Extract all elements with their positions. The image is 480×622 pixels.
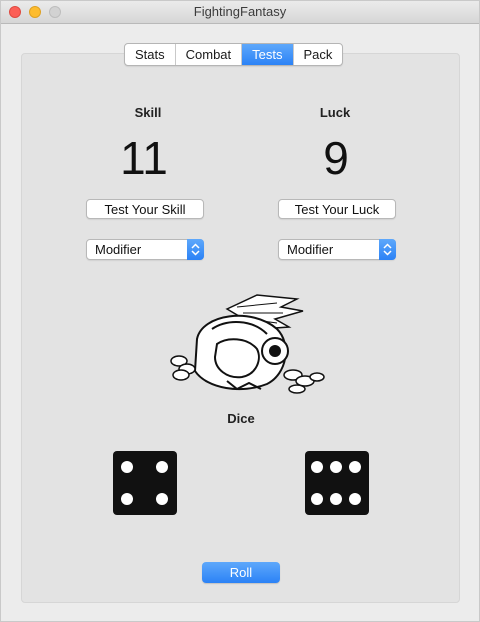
die-pip xyxy=(349,461,361,473)
luck-modifier-select[interactable]: Modifier xyxy=(278,239,396,260)
app-window: FightingFantasy Stats Combat Tests Pack … xyxy=(0,0,480,622)
treasure-hoard-illustration xyxy=(157,289,325,401)
skill-modifier-value: Modifier xyxy=(95,242,142,257)
test-luck-button[interactable]: Test Your Luck xyxy=(278,199,396,219)
tab-combat[interactable]: Combat xyxy=(176,44,243,65)
tab-bar: Stats Combat Tests Pack xyxy=(124,43,344,66)
luck-modifier-value: Modifier xyxy=(287,242,334,257)
test-skill-button[interactable]: Test Your Skill xyxy=(86,199,204,219)
dice-label: Dice xyxy=(227,411,255,426)
luck-value: 9 xyxy=(323,132,349,184)
right-die xyxy=(305,451,369,515)
title-bar[interactable]: FightingFantasy xyxy=(1,1,479,24)
skill-label: Skill xyxy=(134,105,162,120)
skill-modifier-select[interactable]: Modifier xyxy=(86,239,204,260)
left-die xyxy=(113,451,177,515)
die-pip xyxy=(330,493,342,505)
roll-button[interactable]: Roll xyxy=(202,562,280,583)
select-arrows-icon xyxy=(187,239,204,260)
die-pip xyxy=(121,493,133,505)
window-title: FightingFantasy xyxy=(193,4,287,19)
skill-value: 11 xyxy=(120,132,168,184)
die-pip xyxy=(311,461,323,473)
die-pip xyxy=(156,493,168,505)
die-pip xyxy=(156,461,168,473)
tab-tests[interactable]: Tests xyxy=(242,44,294,65)
luck-label: Luck xyxy=(319,105,351,120)
die-pip xyxy=(121,461,133,473)
die-pip xyxy=(330,461,342,473)
die-pip xyxy=(349,493,361,505)
tab-stats[interactable]: Stats xyxy=(125,44,176,65)
tab-pack[interactable]: Pack xyxy=(294,44,343,65)
die-pip xyxy=(311,493,323,505)
select-arrows-icon xyxy=(379,239,396,260)
